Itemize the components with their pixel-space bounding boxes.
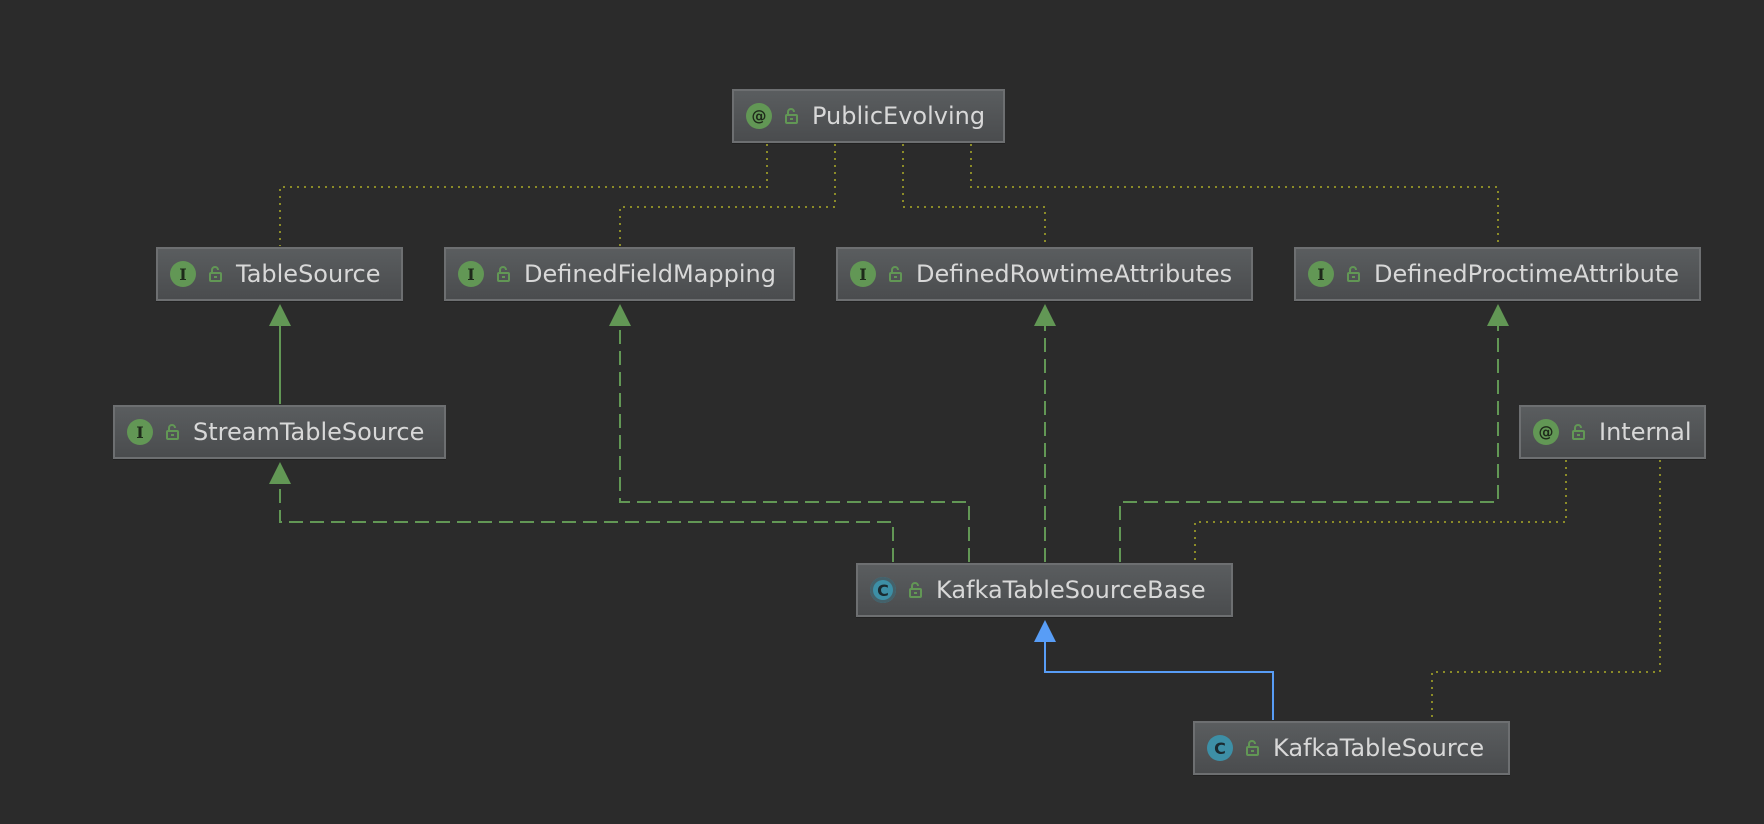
node-label: KafkaTableSourceBase xyxy=(936,576,1206,604)
public-lock-icon xyxy=(782,107,800,125)
node-defined-field-mapping[interactable]: I DefinedFieldMapping xyxy=(444,247,795,301)
interface-badge-icon: I xyxy=(127,419,153,445)
node-public-evolving[interactable]: @ PublicEvolving xyxy=(732,89,1005,143)
node-label: KafkaTableSource xyxy=(1273,734,1485,762)
public-lock-icon xyxy=(494,265,512,283)
annotation-badge-icon: @ xyxy=(1533,419,1559,445)
node-defined-rowtime-attributes[interactable]: I DefinedRowtimeAttributes xyxy=(836,247,1253,301)
node-defined-proctime-attribute[interactable]: I DefinedProctimeAttribute xyxy=(1294,247,1701,301)
node-label: PublicEvolving xyxy=(812,102,986,130)
node-label: StreamTableSource xyxy=(193,418,425,446)
uml-class-diagram: @ PublicEvolving I TableSource I DefinedFie… xyxy=(0,0,1764,824)
interface-badge-icon: I xyxy=(458,261,484,287)
edge-annotated-public-evolving-to-defined-proctime-attribute xyxy=(970,144,1499,246)
node-table-source[interactable]: I TableSource xyxy=(156,247,403,301)
public-lock-icon xyxy=(1344,265,1362,283)
node-internal[interactable]: @ Internal xyxy=(1519,405,1706,459)
public-lock-icon xyxy=(906,581,924,599)
abstract-badge-icon: C xyxy=(870,577,896,603)
public-lock-icon xyxy=(206,265,224,283)
edge-implements-kafka-table-source-base-to-defined-proctime-attribute xyxy=(1119,304,1509,562)
edge-annotated-public-evolving-to-defined-rowtime-attributes xyxy=(902,144,1046,246)
interface-badge-icon: I xyxy=(1308,261,1334,287)
edge-annotated-public-evolving-to-defined-field-mapping xyxy=(619,144,836,246)
edge-annotated-internal-to-kafka-table-source-base xyxy=(1194,460,1567,562)
node-label: DefinedProctimeAttribute xyxy=(1374,260,1680,288)
edge-implements-kafka-table-source-base-to-defined-field-mapping xyxy=(609,304,970,562)
edge-annotated-internal-to-kafka-table-source xyxy=(1431,460,1661,720)
node-label: DefinedFieldMapping xyxy=(524,260,776,288)
edge-implements-kafka-table-source-base-to-stream-table-source xyxy=(269,462,894,562)
node-label: TableSource xyxy=(236,260,381,288)
edge-extends-class-kafka-table-source-to-kafka-table-source-base xyxy=(1034,620,1274,720)
edge-annotated-public-evolving-to-table-source xyxy=(279,144,768,246)
public-lock-icon xyxy=(1569,423,1587,441)
public-lock-icon xyxy=(163,423,181,441)
node-label: DefinedRowtimeAttributes xyxy=(916,260,1233,288)
interface-badge-icon: I xyxy=(850,261,876,287)
annotation-badge-icon: @ xyxy=(746,103,772,129)
interface-badge-icon: I xyxy=(170,261,196,287)
node-kafka-table-source[interactable]: C KafkaTableSource xyxy=(1193,721,1510,775)
node-kafka-table-source-base[interactable]: C KafkaTableSourceBase xyxy=(856,563,1233,617)
node-label: Internal xyxy=(1599,418,1692,446)
public-lock-icon xyxy=(886,265,904,283)
class-badge-icon: C xyxy=(1207,735,1233,761)
node-stream-table-source[interactable]: I StreamTableSource xyxy=(113,405,446,459)
public-lock-icon xyxy=(1243,739,1261,757)
